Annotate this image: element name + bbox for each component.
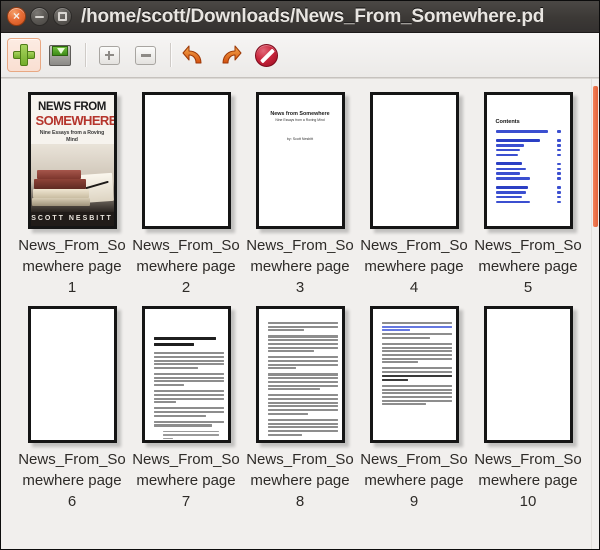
thumbnail-caption: News_From_Somewhere page 5 xyxy=(473,235,583,298)
thumbnail-caption: News_From_Somewhere page 3 xyxy=(245,235,355,298)
page-preview-text xyxy=(256,306,345,443)
page-preview-cover: NEWS FROM SOMEWHERE Nine Essays from a R… xyxy=(28,92,117,229)
cover-author: SCOTT NESBITT xyxy=(31,212,114,226)
page-thumbnail[interactable] xyxy=(24,303,120,446)
page-thumbnail[interactable] xyxy=(366,303,462,446)
page-thumbnail[interactable] xyxy=(366,89,462,232)
save-button[interactable] xyxy=(43,38,77,72)
thumbnail-item[interactable]: News_From_Somewhere page 4 xyxy=(357,89,471,298)
page-thumbnail[interactable] xyxy=(480,303,576,446)
book-cover-art: NEWS FROM SOMEWHERE Nine Essays from a R… xyxy=(31,95,114,226)
toolbar xyxy=(1,33,599,78)
thumbnail-item[interactable]: NEWS FROM SOMEWHERE Nine Essays from a R… xyxy=(15,89,129,298)
thumbnail-item[interactable]: News_From_Somewhere page 10 xyxy=(471,303,585,512)
undo-button[interactable] xyxy=(177,38,211,72)
cover-title-line2: SOMEWHERE xyxy=(36,114,109,127)
page-preview-contents: Contents xyxy=(484,92,573,229)
close-button[interactable]: × xyxy=(7,7,26,26)
thumbnail-caption: News_From_Somewhere page 10 xyxy=(473,449,583,512)
thumbnail-caption: News_From_Somewhere page 9 xyxy=(359,449,469,512)
scrollbar-thumb[interactable] xyxy=(593,86,598,227)
cover-title-line1: NEWS FROM xyxy=(36,102,109,113)
page-preview-chapter xyxy=(142,306,231,443)
maximize-icon xyxy=(58,12,67,21)
redo-button[interactable] xyxy=(213,38,247,72)
thumbnail-item[interactable]: News_From_Somewhere page 8 xyxy=(243,303,357,512)
thumbnail-grid: NEWS FROM SOMEWHERE Nine Essays from a R… xyxy=(1,79,599,517)
thumbnail-item[interactable]: Contents xyxy=(471,89,585,298)
page-preview-blank xyxy=(370,92,459,229)
zoom-in-icon xyxy=(99,46,120,65)
thumbnail-caption: News_From_Somewhere page 2 xyxy=(131,235,241,298)
add-file-button[interactable] xyxy=(7,38,41,72)
title-page-byline: by: Scott Nesbitt xyxy=(269,137,332,141)
plus-icon xyxy=(13,44,35,66)
page-thumbnail[interactable]: Contents xyxy=(480,89,576,232)
page-thumbnail[interactable] xyxy=(138,89,234,232)
title-bar: × /home/scott/Downloads/News_From_Somewh… xyxy=(1,1,599,33)
page-preview-title: News from Somewhere Nine Essays from a R… xyxy=(256,92,345,229)
close-icon: × xyxy=(13,10,20,22)
thumbnail-caption: News_From_Somewhere page 4 xyxy=(359,235,469,298)
thumbnail-caption: News_From_Somewhere page 7 xyxy=(131,449,241,512)
page-preview-blank xyxy=(142,92,231,229)
redo-arrow-icon xyxy=(218,43,242,67)
window-title: /home/scott/Downloads/News_From_Somewher… xyxy=(81,1,593,32)
thumbnail-item[interactable]: News from Somewhere Nine Essays from a R… xyxy=(243,89,357,298)
save-disk-icon xyxy=(49,45,71,66)
cancel-button[interactable] xyxy=(249,38,283,72)
page-thumbnail[interactable] xyxy=(252,303,348,446)
window-controls: × xyxy=(7,7,72,26)
maximize-button[interactable] xyxy=(53,7,72,26)
page-thumbnail[interactable]: NEWS FROM SOMEWHERE Nine Essays from a R… xyxy=(24,89,120,232)
thumbnail-caption: News_From_Somewhere page 6 xyxy=(17,449,127,512)
thumbnail-item[interactable]: News_From_Somewhere page 7 xyxy=(129,303,243,512)
zoom-out-icon xyxy=(135,46,156,65)
undo-arrow-icon xyxy=(182,43,206,67)
zoom-in-button[interactable] xyxy=(92,38,126,72)
minimize-button[interactable] xyxy=(30,7,49,26)
page-preview-text-link xyxy=(370,306,459,443)
toolbar-separator-1 xyxy=(85,43,86,67)
chapter-heading xyxy=(154,337,219,346)
thumbnail-area[interactable]: NEWS FROM SOMEWHERE Nine Essays from a R… xyxy=(1,78,599,549)
title-page-subheading: Nine Essays from a Roving Mind xyxy=(269,118,332,123)
pdf-shuffler-window: × /home/scott/Downloads/News_From_Somewh… xyxy=(0,0,600,550)
thumbnail-item[interactable]: News_From_Somewhere page 6 xyxy=(15,303,129,512)
page-preview-blank xyxy=(484,306,573,443)
thumbnail-item[interactable]: News_From_Somewhere page 9 xyxy=(357,303,471,512)
toolbar-separator-2 xyxy=(170,43,171,67)
title-page-heading: News from Somewhere xyxy=(269,111,332,117)
page-thumbnail[interactable]: News from Somewhere Nine Essays from a R… xyxy=(252,89,348,232)
minimize-icon xyxy=(35,16,44,18)
vertical-scrollbar[interactable] xyxy=(591,79,599,549)
page-preview-blank xyxy=(28,306,117,443)
stop-icon xyxy=(255,44,278,67)
zoom-out-button[interactable] xyxy=(128,38,162,72)
page-thumbnail[interactable] xyxy=(138,303,234,446)
cover-photo xyxy=(31,144,114,212)
contents-heading: Contents xyxy=(496,119,561,125)
thumbnail-caption: News_From_Somewhere page 1 xyxy=(17,235,127,298)
cover-subtitle: Nine Essays from a Roving Mind xyxy=(36,130,109,144)
thumbnail-item[interactable]: News_From_Somewhere page 2 xyxy=(129,89,243,298)
thumbnail-caption: News_From_Somewhere page 8 xyxy=(245,449,355,512)
